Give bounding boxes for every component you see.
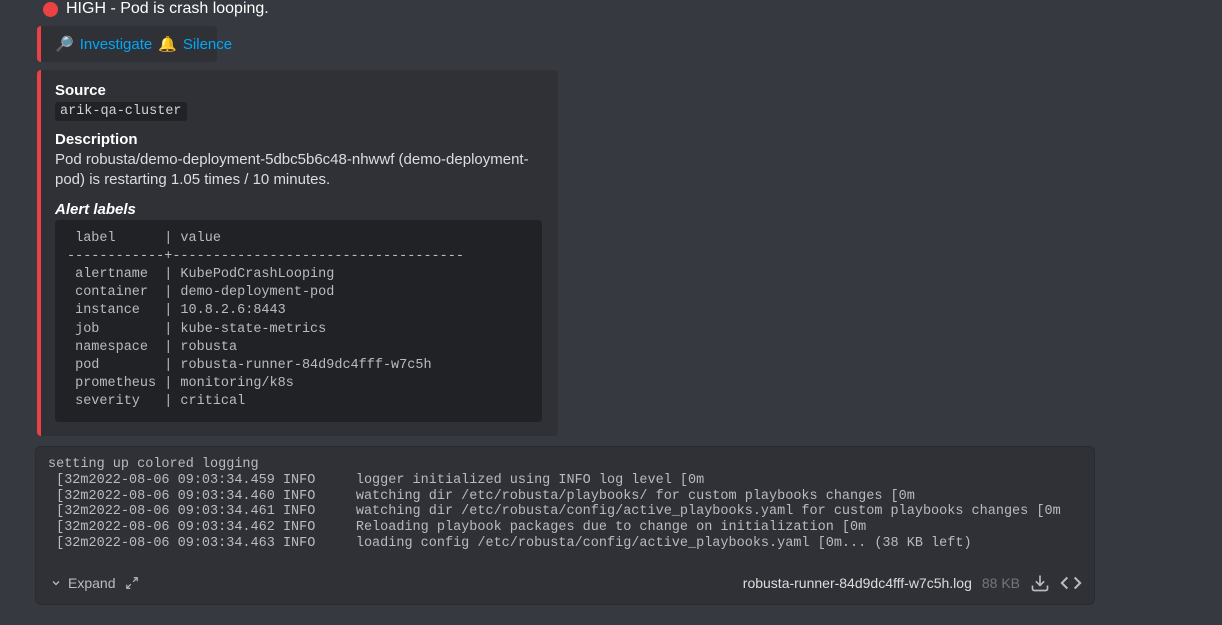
description-value: Pod robusta/demo-deployment-5dbc5b6c48-n… bbox=[55, 150, 542, 191]
alert-labels-table: label | value ------------+-------------… bbox=[55, 220, 542, 422]
alert-title: HIGH - Pod is crash looping. bbox=[66, 0, 269, 18]
log-filename: robusta-runner-84d9dc4fff-w7c5h.log bbox=[743, 575, 972, 591]
silence-link[interactable]: Silence bbox=[183, 36, 232, 53]
expand-button[interactable]: Expand bbox=[50, 575, 115, 591]
severity-dot-icon bbox=[43, 2, 58, 17]
alert-labels-title: Alert labels bbox=[55, 201, 542, 218]
investigate-link[interactable]: Investigate bbox=[80, 36, 153, 53]
chevron-down-icon bbox=[50, 577, 62, 589]
action-links-row: 🔎 Investigate 🔔 Silence bbox=[37, 26, 217, 62]
popout-icon[interactable] bbox=[125, 576, 139, 590]
magnify-icon: 🔎 bbox=[55, 35, 74, 53]
log-content: setting up colored logging [32m2022-08-0… bbox=[36, 447, 1094, 567]
source-label: Source bbox=[55, 82, 542, 99]
source-value: arik-qa-cluster bbox=[55, 102, 187, 121]
log-filesize: 88 KB bbox=[982, 575, 1020, 591]
bell-icon: 🔔 bbox=[158, 35, 177, 53]
alert-title-row: HIGH - Pod is crash looping. bbox=[35, 0, 1187, 26]
download-icon[interactable] bbox=[1030, 573, 1050, 593]
description-label: Description bbox=[55, 131, 542, 148]
alert-embed: Source arik-qa-cluster Description Pod r… bbox=[37, 70, 558, 436]
expand-label: Expand bbox=[68, 575, 115, 591]
code-icon[interactable] bbox=[1060, 572, 1082, 594]
log-attachment: setting up colored logging [32m2022-08-0… bbox=[35, 446, 1095, 606]
attachment-footer: Expand robusta-runner-84d9dc4fff-w7c5h.l… bbox=[36, 566, 1094, 604]
